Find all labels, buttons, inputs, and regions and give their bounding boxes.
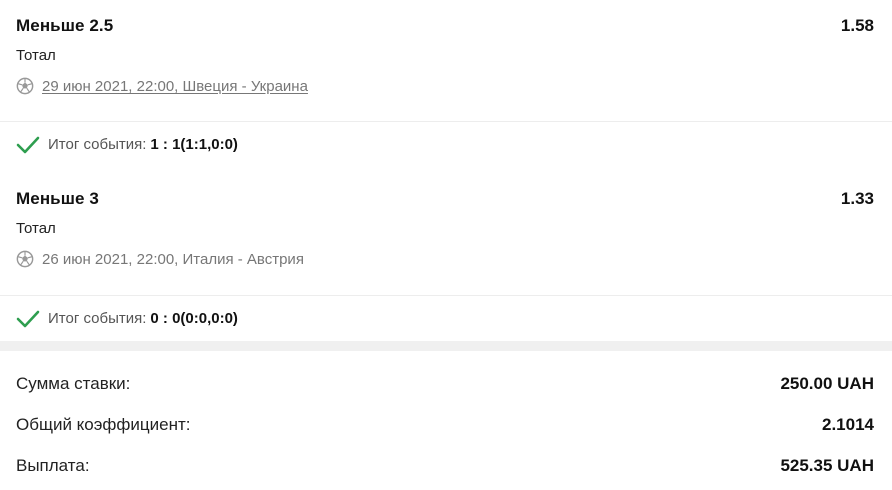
total-odd-value: 2.1014 <box>822 414 874 434</box>
stake-row: Сумма ставки: 250.00 UAH <box>16 363 874 404</box>
check-icon <box>16 136 40 153</box>
bet-item: Меньше 3 1.33 Тотал 26 июн 2021, 22:00, … <box>0 167 892 295</box>
bet-odd: 1.58 <box>840 16 874 35</box>
result-label: Итог события: <box>48 136 147 153</box>
stake-value: 250.00 UAH <box>780 373 874 393</box>
event-text: 26 июн 2021, 22:00, Италия - Австрия <box>42 250 304 268</box>
bet-selection-name: Меньше 2.5 <box>16 16 114 35</box>
event-result: Итог события: 0 : 0(0:0,0:0) <box>0 295 892 341</box>
event-result: Итог события: 1 : 1(1:1,0:0) <box>0 121 892 167</box>
stake-label: Сумма ставки: <box>16 373 131 393</box>
event-info: 26 июн 2021, 22:00, Италия - Австрия <box>16 250 874 268</box>
payout-label: Выплата: <box>16 455 90 475</box>
result-label: Итог события: <box>48 310 147 327</box>
total-odd-row: Общий коэффициент: 2.1014 <box>16 404 874 445</box>
bet-market: Тотал <box>16 47 56 64</box>
section-divider <box>0 341 892 351</box>
result-score: 1 : 1(1:1,0:0) <box>150 136 238 153</box>
event-info: 29 июн 2021, 22:00, Швеция - Украина <box>16 77 874 95</box>
event-link[interactable]: 29 июн 2021, 22:00, Швеция - Украина <box>42 78 308 95</box>
total-odd-label: Общий коэффициент: <box>16 414 191 434</box>
bet-selection-name: Меньше 3 <box>16 189 99 208</box>
payout-value: 525.35 UAH <box>780 455 874 475</box>
soccer-ball-icon <box>16 250 34 268</box>
bet-summary: Сумма ставки: 250.00 UAH Общий коэффицие… <box>0 351 892 486</box>
soccer-ball-icon <box>16 77 34 95</box>
bet-market: Тотал <box>16 220 56 237</box>
bet-item: Меньше 2.5 1.58 Тотал 29 июн 2021, 22:00… <box>0 0 892 121</box>
result-score: 0 : 0(0:0,0:0) <box>150 310 238 327</box>
payout-row: Выплата: 525.35 UAH <box>16 445 874 486</box>
check-icon <box>16 310 40 327</box>
bet-odd: 1.33 <box>840 189 874 208</box>
